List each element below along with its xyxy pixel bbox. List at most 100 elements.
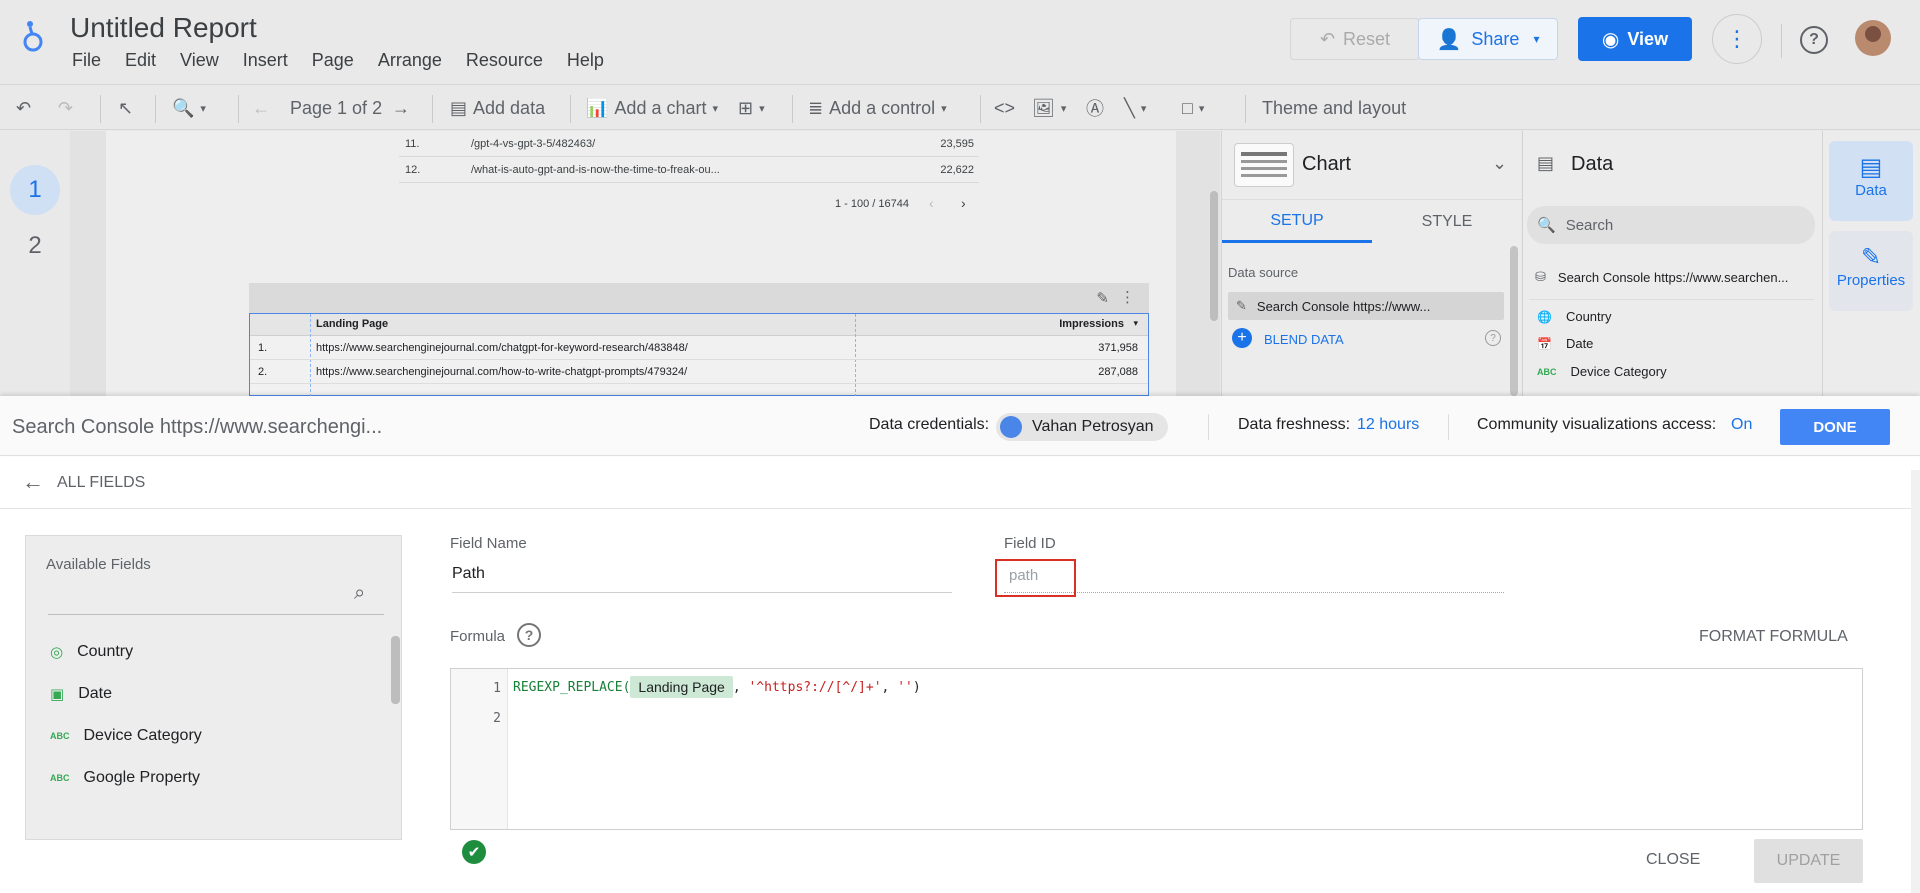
fields-scrollbar[interactable] bbox=[391, 636, 400, 704]
edit-pencil-icon[interactable]: ✎ bbox=[1236, 298, 1247, 314]
field-item-date[interactable]: 📅 Date bbox=[1537, 336, 1593, 351]
freshness-value-link[interactable]: 12 hours bbox=[1357, 416, 1419, 434]
table-row: 2. https://www.searchenginejournal.com/h… bbox=[250, 360, 1148, 384]
field-id-input[interactable]: path bbox=[995, 559, 1076, 597]
panel-scrollbar[interactable] bbox=[1510, 246, 1518, 396]
view-button[interactable]: ◉ View bbox=[1578, 17, 1692, 61]
formula-field-chip[interactable]: Landing Page bbox=[630, 676, 733, 698]
text-box-icon[interactable]: Ⓐ bbox=[1086, 93, 1104, 123]
selected-table-chart[interactable]: ✎ ⋮ Landing Page Impressions ▾ 1. https:… bbox=[249, 283, 1149, 396]
close-button[interactable]: CLOSE bbox=[1646, 851, 1700, 869]
search-icon[interactable]: ⌕ bbox=[354, 582, 365, 605]
calendar-icon: 📅 bbox=[1537, 336, 1552, 351]
page-tab-2[interactable]: 2 bbox=[10, 221, 60, 271]
done-button[interactable]: DONE bbox=[1780, 409, 1890, 445]
menu-bar: File Edit View Insert Page Arrange Resou… bbox=[72, 50, 628, 71]
shape-icon[interactable]: □ ▾ bbox=[1182, 93, 1204, 123]
formula-editor[interactable]: 1 2 REGEXP_REPLACE( Landing Page , '^htt… bbox=[450, 668, 1863, 830]
page-navigator: 1 2 bbox=[0, 131, 70, 396]
help-icon[interactable]: ? bbox=[1800, 26, 1828, 54]
eye-icon: ◉ bbox=[1601, 28, 1620, 51]
field-item-country[interactable]: 🌐 Country bbox=[1537, 309, 1611, 324]
more-options-icon[interactable]: ⋮ bbox=[1712, 14, 1762, 64]
pager-next-icon[interactable]: › bbox=[961, 195, 966, 211]
available-field-google-property[interactable]: ABC Google Property bbox=[50, 769, 200, 787]
zoom-icon[interactable]: 🔍 ▾ bbox=[172, 93, 206, 123]
chevron-down-icon[interactable]: ⌄ bbox=[1492, 153, 1507, 174]
table-chart-type-icon[interactable] bbox=[1234, 143, 1294, 187]
edit-pencil-icon[interactable]: ✎ bbox=[1096, 289, 1109, 307]
sort-desc-icon[interactable]: ▾ bbox=[1133, 318, 1138, 329]
available-field-date[interactable]: ▣ Date bbox=[50, 685, 112, 703]
menu-view[interactable]: View bbox=[180, 50, 219, 71]
pager-prev-icon[interactable]: ‹ bbox=[929, 195, 934, 211]
next-page-icon[interactable]: → bbox=[392, 93, 410, 123]
community-value-link[interactable]: On bbox=[1731, 416, 1752, 434]
line-icon[interactable]: ╲ ▾ bbox=[1124, 93, 1146, 123]
divider bbox=[1222, 199, 1522, 200]
all-fields-link[interactable]: ALL FIELDS bbox=[57, 474, 145, 492]
side-tab-properties[interactable]: ✎ Properties bbox=[1829, 231, 1913, 311]
update-button[interactable]: UPDATE bbox=[1754, 839, 1863, 883]
page-tab-1[interactable]: 1 bbox=[10, 165, 60, 215]
toolbar-divider bbox=[432, 95, 433, 123]
blend-data-link[interactable]: BLEND DATA bbox=[1264, 332, 1344, 347]
menu-edit[interactable]: Edit bbox=[125, 50, 156, 71]
community-label: Community visualizations access: bbox=[1477, 416, 1717, 433]
redo-icon[interactable]: ↷ bbox=[58, 93, 73, 123]
select-pointer-icon[interactable]: ↖ bbox=[118, 93, 133, 123]
share-button[interactable]: 👤 Share ▾ bbox=[1418, 18, 1558, 60]
more-vert-icon[interactable]: ⋮ bbox=[1120, 288, 1135, 306]
tab-setup[interactable]: SETUP bbox=[1222, 201, 1372, 243]
undo-icon[interactable]: ↶ bbox=[16, 93, 31, 123]
community-viz-icon[interactable]: ⊞ ▾ bbox=[738, 93, 765, 123]
data-source-item[interactable]: ⛁ Search Console https://www.searchen... bbox=[1535, 269, 1788, 285]
add-chart-button[interactable]: 📊 Add a chart ▾ bbox=[586, 93, 718, 123]
menu-insert[interactable]: Insert bbox=[243, 50, 288, 71]
menu-page[interactable]: Page bbox=[312, 50, 354, 71]
tab-style[interactable]: STYLE bbox=[1372, 201, 1522, 243]
data-source-selector[interactable]: ✎ Search Console https://www... bbox=[1228, 292, 1504, 320]
data-search-input[interactable]: 🔍 Search bbox=[1527, 206, 1815, 244]
menu-resource[interactable]: Resource bbox=[466, 50, 543, 71]
row-url: https://www.searchenginejournal.com/how-… bbox=[316, 366, 688, 378]
format-formula-button[interactable]: FORMAT FORMULA bbox=[1699, 628, 1848, 646]
reset-button[interactable]: ↶ Reset bbox=[1290, 18, 1420, 60]
menu-arrange[interactable]: Arrange bbox=[378, 50, 442, 71]
add-data-button[interactable]: ▤ Add data bbox=[450, 93, 545, 123]
available-field-device-category[interactable]: ABC Device Category bbox=[50, 727, 202, 745]
avatar[interactable] bbox=[1855, 20, 1891, 56]
text-type-icon: ABC bbox=[1537, 366, 1557, 377]
editor-scrollbar-track[interactable] bbox=[1911, 470, 1920, 893]
add-circle-icon[interactable]: + bbox=[1232, 328, 1252, 348]
previous-page-icon[interactable]: ← bbox=[252, 93, 270, 123]
menu-help[interactable]: Help bbox=[567, 50, 604, 71]
chevron-down-icon[interactable]: ▾ bbox=[1533, 32, 1539, 46]
divider bbox=[1529, 299, 1814, 300]
chart-properties-panel: Chart ⌄ SETUP STYLE Data source ✎ Search… bbox=[1221, 131, 1522, 396]
chevron-down-icon: ▾ bbox=[712, 102, 719, 115]
available-field-country[interactable]: ◎ Country bbox=[50, 643, 133, 661]
row-index: 2. bbox=[258, 366, 268, 378]
formula-line-1: REGEXP_REPLACE( Landing Page , '^https?:… bbox=[513, 674, 921, 700]
credentials-user-chip[interactable]: Vahan Petrosyan bbox=[996, 413, 1168, 441]
help-icon[interactable]: ? bbox=[1485, 330, 1501, 346]
canvas-scrollbar[interactable] bbox=[1210, 191, 1218, 321]
back-arrow-icon[interactable]: ← bbox=[22, 469, 44, 495]
row-index: 12. bbox=[405, 163, 421, 176]
image-icon[interactable]: 🖼 ▾ bbox=[1032, 93, 1066, 123]
field-name-input[interactable]: Path bbox=[452, 565, 952, 593]
menu-file[interactable]: File bbox=[72, 50, 101, 71]
report-title[interactable]: Untitled Report bbox=[70, 12, 257, 44]
col-landing-page[interactable]: Landing Page bbox=[316, 318, 388, 330]
help-icon[interactable]: ? bbox=[517, 623, 541, 647]
chart-panel-title: Chart bbox=[1302, 153, 1351, 175]
add-control-button[interactable]: ≣ Add a control ▾ bbox=[808, 93, 947, 123]
col-impressions[interactable]: Impressions bbox=[1059, 318, 1124, 330]
field-item-device-category[interactable]: ABC Device Category bbox=[1537, 364, 1667, 379]
side-tab-data[interactable]: ▤ Data bbox=[1829, 141, 1913, 221]
embed-code-icon[interactable]: <> bbox=[994, 93, 1015, 123]
data-source-name[interactable]: Search Console https://www.searchengi... bbox=[12, 416, 382, 439]
looker-studio-logo-icon[interactable] bbox=[22, 18, 44, 59]
theme-layout-button[interactable]: Theme and layout bbox=[1262, 93, 1406, 123]
